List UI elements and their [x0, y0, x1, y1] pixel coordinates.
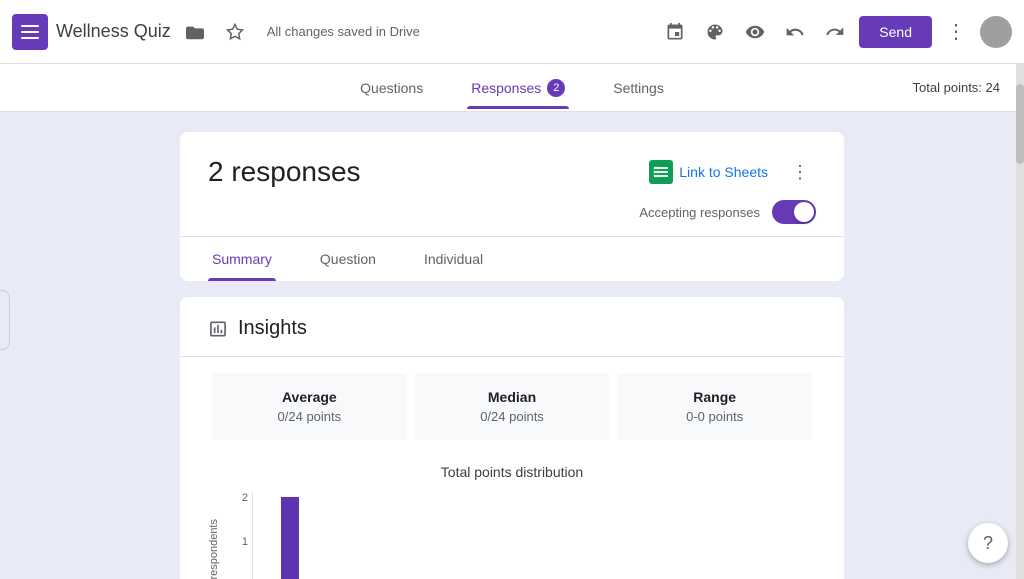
stat-range-label: Range — [633, 389, 796, 405]
responses-card: 2 responses Link to Sheets ⋮ Accept — [180, 132, 844, 281]
y-axis-label: No. of respondents — [208, 519, 220, 579]
insights-chart-icon — [208, 319, 228, 339]
app-menu-icon[interactable] — [12, 14, 48, 50]
redo-icon[interactable] — [819, 16, 851, 48]
folder-icon[interactable] — [179, 16, 211, 48]
toolbar-right: Send ⋮ — [659, 16, 1012, 48]
responses-badge: 2 — [547, 79, 565, 97]
toolbar: Wellness Quiz All changes saved in Drive — [0, 0, 1024, 64]
stat-median-label: Median — [431, 389, 594, 405]
sub-tab-question[interactable]: Question — [316, 237, 380, 281]
sub-tabs: Summary Question Individual — [180, 236, 844, 281]
stat-range-value: 0-0 points — [633, 409, 796, 424]
addon-icon[interactable] — [659, 16, 691, 48]
insights-card: Insights Average 0/24 points Median 0/24… — [180, 297, 844, 579]
sub-tab-individual[interactable]: Individual — [420, 237, 487, 281]
stat-average-value: 0/24 points — [228, 409, 391, 424]
more-options-icon[interactable]: ⋮ — [940, 16, 972, 48]
stat-average: Average 0/24 points — [212, 373, 407, 440]
app-title: Wellness Quiz — [56, 21, 171, 42]
accepting-toggle[interactable] — [772, 200, 816, 224]
saved-status: All changes saved in Drive — [267, 24, 420, 39]
accepting-label: Accepting responses — [639, 205, 760, 220]
chart-y-ticks: 2 1 0 — [228, 492, 248, 579]
stat-median-value: 0/24 points — [431, 409, 594, 424]
chart-bar — [281, 497, 299, 579]
chart-title: Total points distribution — [208, 464, 816, 480]
left-decoration — [0, 290, 10, 350]
chart-container: No. of respondents 2 1 0 — [208, 492, 816, 579]
stat-median: Median 0/24 points — [415, 373, 610, 440]
tab-responses[interactable]: Responses 2 — [467, 67, 569, 109]
stats-row: Average 0/24 points Median 0/24 points R… — [180, 357, 844, 456]
accepting-row: Accepting responses — [180, 188, 844, 236]
sub-tab-summary[interactable]: Summary — [208, 237, 276, 281]
y-tick-1: 1 — [242, 536, 248, 548]
response-actions: Link to Sheets ⋮ — [649, 156, 816, 188]
insights-title: Insights — [238, 317, 307, 340]
avatar[interactable] — [980, 16, 1012, 48]
stat-average-label: Average — [228, 389, 391, 405]
preview-icon[interactable] — [739, 16, 771, 48]
sheets-icon — [649, 160, 673, 184]
star-icon[interactable] — [219, 16, 251, 48]
tab-questions[interactable]: Questions — [356, 68, 427, 108]
undo-icon[interactable] — [779, 16, 811, 48]
link-to-sheets-label: Link to Sheets — [679, 164, 768, 180]
y-tick-2: 2 — [242, 492, 248, 504]
tabs-center: Questions Responses 2 Settings — [356, 67, 668, 109]
total-points: Total points: 24 — [913, 80, 1000, 95]
link-to-sheets-button[interactable]: Link to Sheets — [649, 160, 768, 184]
help-icon: ? — [983, 533, 993, 554]
send-button[interactable]: Send — [859, 16, 932, 48]
chart-bars-area — [252, 492, 816, 579]
toggle-knob — [794, 202, 814, 222]
chart-inner: 2 1 0 — [228, 492, 816, 579]
response-more-button[interactable]: ⋮ — [784, 156, 816, 188]
palette-icon[interactable] — [699, 16, 731, 48]
main-content: 2 responses Link to Sheets ⋮ Accept — [0, 112, 1024, 579]
scrollbar-thumb[interactable] — [1016, 84, 1024, 164]
stat-range: Range 0-0 points — [617, 373, 812, 440]
response-count: 2 responses — [208, 156, 361, 188]
toolbar-left: Wellness Quiz All changes saved in Drive — [12, 14, 651, 50]
response-header: 2 responses Link to Sheets ⋮ — [180, 132, 844, 188]
nav-tabs: Questions Responses 2 Settings Total poi… — [0, 64, 1024, 112]
scrollbar[interactable] — [1016, 64, 1024, 579]
chart-section: Total points distribution No. of respond… — [180, 456, 844, 579]
help-button[interactable]: ? — [968, 523, 1008, 563]
tab-settings[interactable]: Settings — [609, 68, 668, 108]
insights-header: Insights — [180, 297, 844, 357]
